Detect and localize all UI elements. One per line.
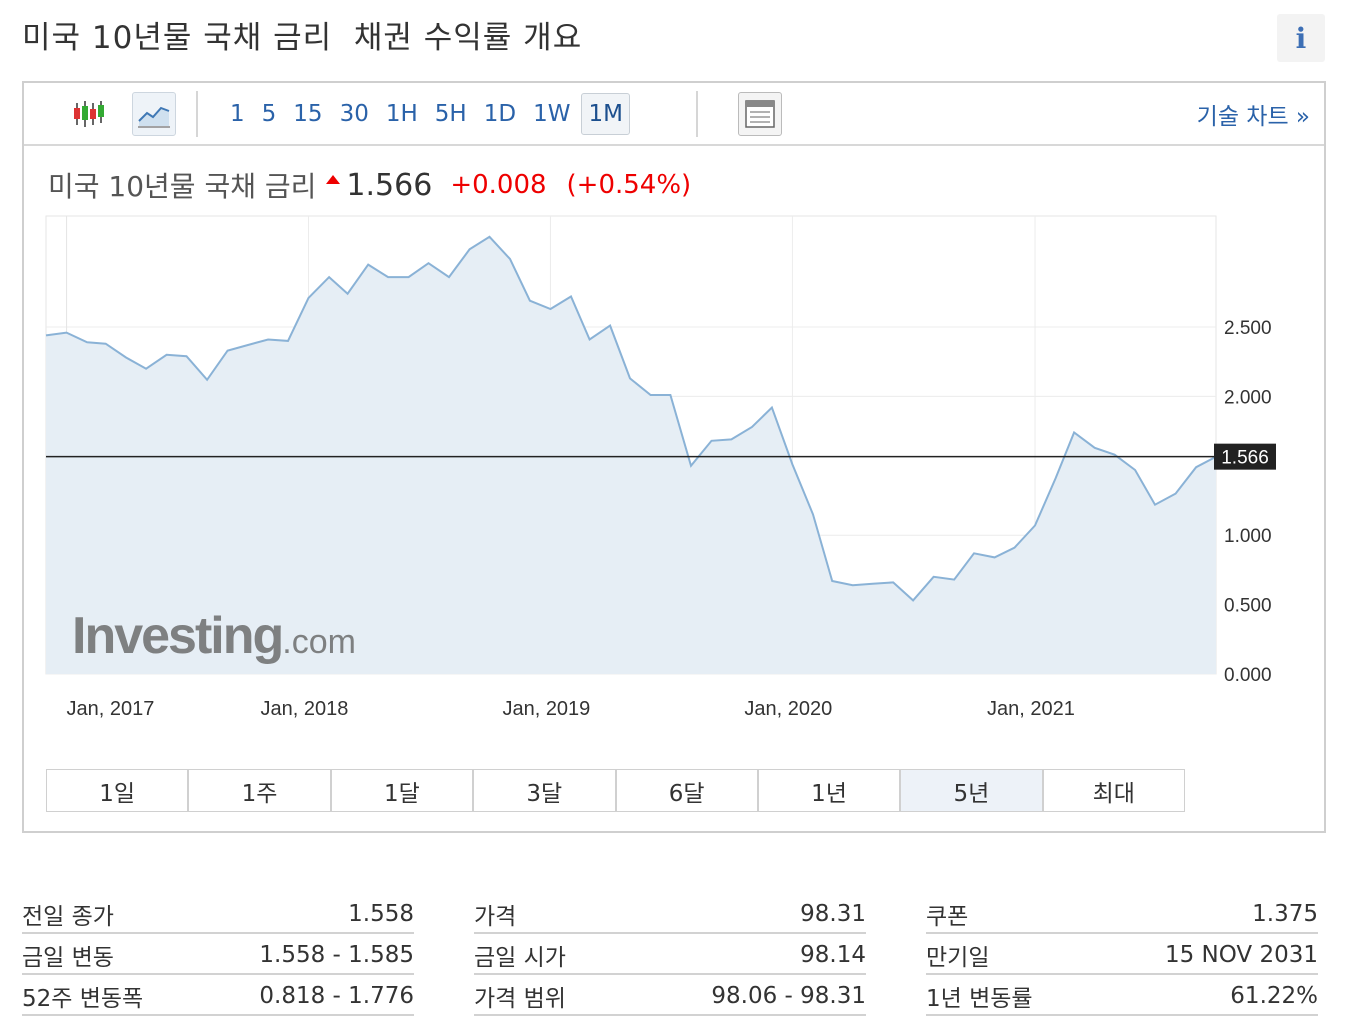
stats-column-2: 가격 98.31 금일 시가 98.14 가격 범위 98.06 - 98.31 [474,893,866,1016]
stat-value: 1.375 [1252,900,1318,927]
stat-row-price: 가격 98.31 [474,893,866,934]
y-tick-label: 2.500 [1224,318,1272,339]
stat-row-price-range: 가격 범위 98.06 - 98.31 [474,975,866,1016]
stat-value: 15 NOV 2031 [1164,941,1318,968]
yield-chart[interactable]: 1.566 2.500 2.000 1.000 0.500 0.000 Jan, 2017 J… [24,83,1324,763]
info-icon[interactable]: i [1277,14,1325,62]
stat-label: 만기일 [926,944,990,971]
stat-row-open: 금일 시가 98.14 [474,934,866,975]
range-max[interactable]: 최대 [1043,770,1184,811]
range-1d[interactable]: 1일 [47,770,190,811]
current-value-label: 1.566 [1221,448,1269,469]
stat-label: 전일 종가 [22,903,114,930]
stat-label: 금일 변동 [22,944,114,971]
x-tick-label: Jan, 2018 [261,698,349,720]
y-tick-label: 0.500 [1224,596,1272,617]
range-1y[interactable]: 1년 [758,770,902,811]
x-tick-label: Jan, 2021 [987,698,1075,720]
stat-value: 98.31 [800,900,866,927]
stat-label: 52주 변동폭 [22,985,144,1012]
stat-label: 금일 시가 [474,944,566,971]
stat-row-day-range: 금일 변동 1.558 - 1.585 [22,934,414,975]
range-selector: 1일 1주 1달 3달 6달 1년 5년 최대 [46,769,1185,812]
chart-panel: 1 5 15 30 1H 5H 1D 1W 1M 기술 차트 » 미국 10년물… [22,81,1326,833]
stat-value: 98.14 [800,941,866,968]
x-tick-label: Jan, 2019 [502,698,590,720]
stat-label: 가격 범위 [474,985,566,1012]
stat-value: 1.558 [348,900,414,927]
stats-column-1: 전일 종가 1.558 금일 변동 1.558 - 1.585 52주 변동폭 … [22,893,414,1016]
x-tick-label: Jan, 2020 [744,698,832,720]
x-tick-label: Jan, 2017 [67,698,155,720]
y-tick-label: 2.000 [1224,387,1272,408]
stats-column-3: 쿠폰 1.375 만기일 15 NOV 2031 1년 변동률 61.22% [926,893,1318,1016]
range-1w[interactable]: 1주 [189,770,332,811]
stat-value: 61.22% [1230,982,1318,1009]
stat-row-coupon: 쿠폰 1.375 [926,893,1318,934]
stat-row-1y-change: 1년 변동률 61.22% [926,975,1318,1016]
stat-row-prev-close: 전일 종가 1.558 [22,893,414,934]
stat-label: 1년 변동률 [926,985,1033,1012]
y-tick-label: 1.000 [1224,526,1272,547]
stat-label: 쿠폰 [926,903,969,930]
range-5y[interactable]: 5년 [901,770,1044,811]
stat-value: 98.06 - 98.31 [711,982,866,1009]
stat-row-maturity: 만기일 15 NOV 2031 [926,934,1318,975]
stat-label: 가격 [474,903,517,930]
y-tick-label: 0.000 [1224,665,1272,686]
page-title: 미국 10년물 국채 금리 채권 수익률 개요 [22,20,583,56]
range-1m[interactable]: 1달 [331,770,475,811]
stat-row-52w-range: 52주 변동폭 0.818 - 1.776 [22,975,414,1016]
stat-value: 1.558 - 1.585 [259,941,414,968]
range-3m[interactable]: 3달 [474,770,617,811]
range-6m[interactable]: 6달 [616,770,759,811]
stat-value: 0.818 - 1.776 [259,982,414,1009]
